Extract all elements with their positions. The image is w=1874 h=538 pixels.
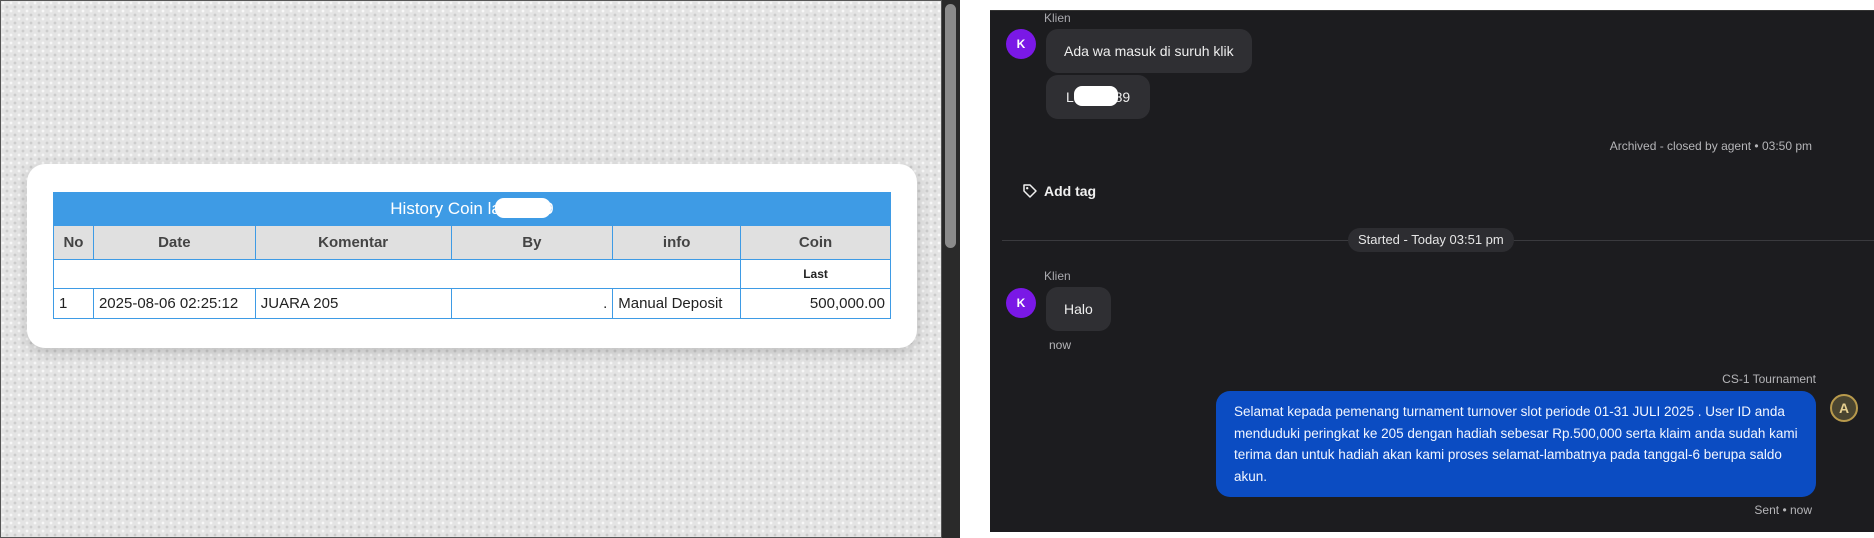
table-row: 1 2025-08-06 02:25:12 JUARA 205 . Manual…	[53, 288, 891, 319]
archived-status: Archived - closed by agent • 03:50 pm	[1609, 139, 1812, 153]
tag-icon	[1023, 184, 1037, 198]
message-bubble-redacted: La89	[1046, 75, 1151, 119]
redacted-username	[1073, 86, 1118, 107]
header-info: info	[612, 225, 742, 260]
title-prefix: History Coin la	[390, 198, 501, 218]
sub-header-last: Last	[740, 259, 891, 289]
header-coin: Coin	[740, 225, 891, 260]
message-bubble: Ada wa masuk di suruh klik	[1046, 29, 1252, 73]
table-header-row: No Date Komentar By info Coin	[53, 225, 891, 260]
conversation-started-badge: Started - Today 03:51 pm	[1348, 228, 1514, 252]
sub-header-blank	[52, 259, 742, 289]
history-coin-table: History Coin la89 No Date Komentar By in…	[52, 192, 891, 319]
history-coin-card: History Coin la89 No Date Komentar By in…	[27, 164, 917, 348]
header-komentar: Komentar	[254, 225, 452, 260]
chat-panel: Klien K Ada wa masuk di suruh klik La89 …	[990, 10, 1874, 532]
add-tag-label: Add tag	[1044, 183, 1097, 199]
redacted-username	[494, 198, 551, 219]
client-avatar: K	[1006, 288, 1036, 318]
client-avatar: K	[1006, 29, 1036, 59]
sub-header-row: Last	[52, 259, 891, 289]
agent-name: CS-1 Tournament	[1722, 372, 1816, 386]
sender-label: Klien	[1044, 11, 1071, 25]
sent-status: Sent • now	[1754, 503, 1812, 517]
scrollbar-thumb[interactable]	[945, 4, 956, 248]
cell-date: 2025-08-06 02:25:12	[92, 288, 256, 319]
panel-gap	[960, 0, 974, 538]
agent-avatar: A	[1830, 394, 1858, 422]
history-coin-title: History Coin la89	[53, 192, 891, 226]
history-coin-page: History Coin la89 No Date Komentar By in…	[0, 0, 942, 538]
message-time: now	[1049, 338, 1072, 352]
header-date: Date	[92, 225, 256, 260]
cell-info: Manual Deposit	[612, 288, 742, 319]
cell-coin: 500,000.00	[740, 288, 891, 319]
cell-by: .	[450, 288, 614, 319]
header-by: By	[450, 225, 614, 260]
sender-label: Klien	[1044, 269, 1071, 283]
agent-message-bubble: Selamat kepada pemenang turnament turnov…	[1216, 391, 1816, 497]
add-tag-button[interactable]: Add tag	[1022, 183, 1096, 199]
screen: History Coin la89 No Date Komentar By in…	[0, 0, 1874, 538]
cell-no: 1	[53, 288, 94, 319]
scrollbar-track[interactable]	[942, 0, 960, 538]
message-bubble: Halo	[1046, 287, 1111, 331]
cell-komentar: JUARA 205	[254, 288, 452, 319]
header-no: No	[53, 225, 94, 260]
